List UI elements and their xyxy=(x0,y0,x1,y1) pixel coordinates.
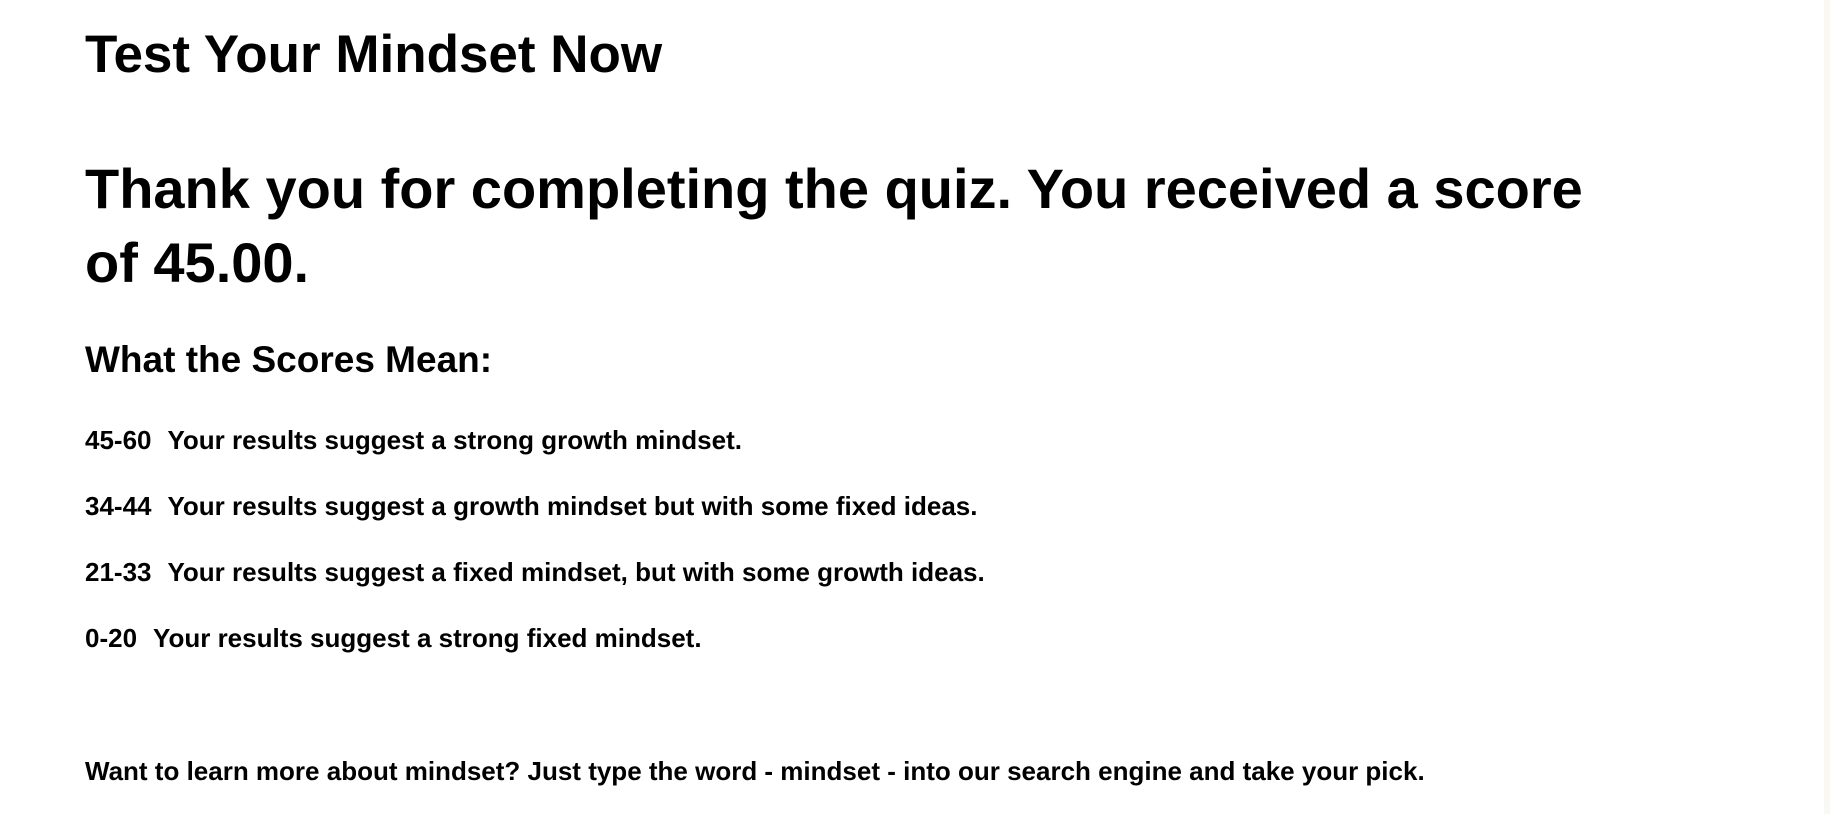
score-range-item: 21-33 Your results suggest a fixed mindse… xyxy=(85,552,985,592)
score-range-label: 34-44 xyxy=(85,491,152,521)
score-range-description: Your results suggest a growth mindset bu… xyxy=(167,491,978,521)
score-range-label: 45-60 xyxy=(85,425,152,455)
scores-meaning-heading: What the Scores Mean: xyxy=(85,339,493,380)
score-ranges-list: 45-60 Your results suggest a strong growt… xyxy=(85,420,985,684)
score-range-item: 45-60 Your results suggest a strong growt… xyxy=(85,420,985,460)
score-range-item: 34-44 Your results suggest a growth minds… xyxy=(85,486,985,526)
score-range-label: 21-33 xyxy=(85,557,152,587)
score-range-description: Your results suggest a strong growth min… xyxy=(167,425,742,455)
score-range-description: Your results suggest a fixed mindset, bu… xyxy=(167,557,985,587)
score-range-description: Your results suggest a strong fixed mind… xyxy=(153,623,702,653)
page-edge-strip xyxy=(1824,0,1830,814)
score-range-label: 0-20 xyxy=(85,623,138,653)
score-range-item: 0-20 Your results suggest a strong fixed … xyxy=(85,618,985,658)
learn-more-text: Want to learn more about mindset? Just t… xyxy=(85,756,1425,786)
score-result-message: Thank you for completing the quiz. You r… xyxy=(85,157,1583,294)
page-title: Test Your Mindset Now xyxy=(85,25,663,84)
